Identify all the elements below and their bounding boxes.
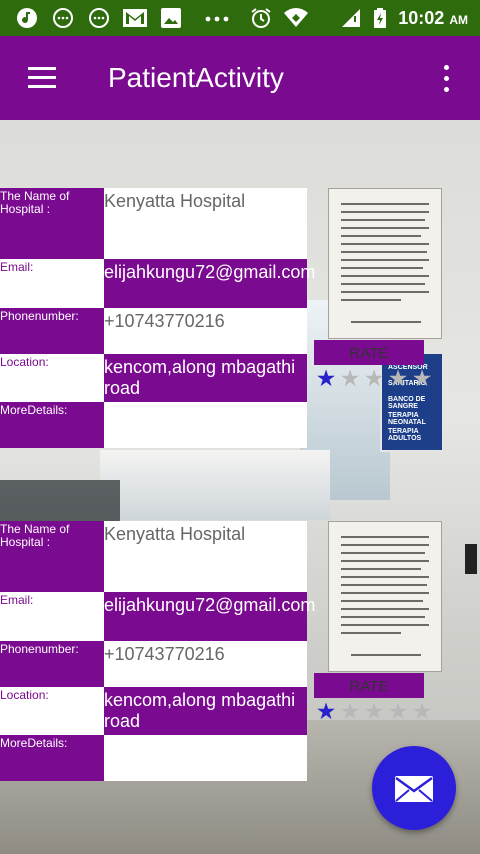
more-dots-icon xyxy=(205,16,229,22)
gmail-icon xyxy=(123,9,147,27)
hospital-name-value: Kenyatta Hospital xyxy=(104,188,307,259)
star-icon[interactable]: ★ xyxy=(386,699,410,723)
email-value[interactable]: elijahkungu72@gmail.com xyxy=(104,259,315,308)
star-icon[interactable]: ★ xyxy=(362,366,386,390)
hospital-name-row: The Name of Hospital : Kenyatta Hospital xyxy=(0,188,307,259)
wifi-icon xyxy=(284,8,308,27)
star-icon[interactable]: ★ xyxy=(314,699,338,723)
music-icon xyxy=(17,8,37,28)
status-bar: 10:02 AM xyxy=(0,0,480,36)
signal-icon xyxy=(342,9,360,27)
chat-icon xyxy=(89,8,109,28)
location-value: kencom,along mbagathi road xyxy=(104,687,307,735)
more-details-row: MoreDetails: xyxy=(0,735,307,781)
hospital-name-label: The Name of Hospital : xyxy=(0,188,104,259)
email-label: Email: xyxy=(0,259,104,308)
hospital-document-image[interactable] xyxy=(328,188,442,339)
rate-button[interactable]: RATE xyxy=(314,673,424,698)
star-icon[interactable]: ★ xyxy=(338,699,362,723)
hospital-name-label: The Name of Hospital : xyxy=(0,521,104,592)
rating-bar[interactable]: ★ ★ ★ ★ ★ xyxy=(314,699,434,723)
location-row: Location: kencom,along mbagathi road xyxy=(0,354,307,402)
location-label: Location: xyxy=(0,354,104,402)
location-row: Location: kencom,along mbagathi road xyxy=(0,687,307,735)
more-details-label: MoreDetails: xyxy=(0,402,104,448)
location-label: Location: xyxy=(0,687,104,735)
send-mail-button[interactable] xyxy=(372,746,456,830)
more-details-row: MoreDetails: xyxy=(0,402,307,448)
email-row: Email: elijahkungu72@gmail.com xyxy=(0,592,315,641)
phone-value[interactable]: +10743770216 xyxy=(104,641,307,687)
hamburger-menu-icon[interactable] xyxy=(28,67,56,89)
star-icon[interactable]: ★ xyxy=(410,699,434,723)
star-icon[interactable]: ★ xyxy=(410,366,434,390)
hospital-document-image[interactable] xyxy=(328,521,442,672)
phone-label: Phonenumber: xyxy=(0,308,104,354)
rating-bar[interactable]: ★ ★ ★ ★ ★ xyxy=(314,366,434,390)
email-value[interactable]: elijahkungu72@gmail.com xyxy=(104,592,315,641)
hospital-name-value: Kenyatta Hospital xyxy=(104,521,307,592)
star-icon[interactable]: ★ xyxy=(338,366,362,390)
app-bar: PatientActivity xyxy=(0,36,480,120)
rate-button[interactable]: RATE xyxy=(314,340,424,365)
email-row: Email: elijahkungu72@gmail.com xyxy=(0,259,315,308)
location-value: kencom,along mbagathi road xyxy=(104,354,307,402)
alarm-icon xyxy=(251,8,271,28)
chat-icon xyxy=(53,8,73,28)
star-icon[interactable]: ★ xyxy=(386,366,410,390)
image-icon xyxy=(161,8,181,28)
more-vert-icon[interactable] xyxy=(440,65,454,93)
hospital-name-row: The Name of Hospital : Kenyatta Hospital xyxy=(0,521,307,592)
star-icon[interactable]: ★ xyxy=(362,699,386,723)
more-details-label: MoreDetails: xyxy=(0,735,104,781)
clock: 10:02 AM xyxy=(398,8,468,28)
email-label: Email: xyxy=(0,592,104,641)
more-details-value xyxy=(104,402,307,448)
mail-icon xyxy=(395,776,433,802)
phone-row: Phonenumber: +10743770216 xyxy=(0,308,307,354)
phone-label: Phonenumber: xyxy=(0,641,104,687)
star-icon[interactable]: ★ xyxy=(314,366,338,390)
page-title: PatientActivity xyxy=(108,62,284,93)
phone-row: Phonenumber: +10743770216 xyxy=(0,641,307,687)
more-details-value xyxy=(104,735,307,781)
battery-charging-icon xyxy=(374,8,386,28)
phone-value[interactable]: +10743770216 xyxy=(104,308,307,354)
